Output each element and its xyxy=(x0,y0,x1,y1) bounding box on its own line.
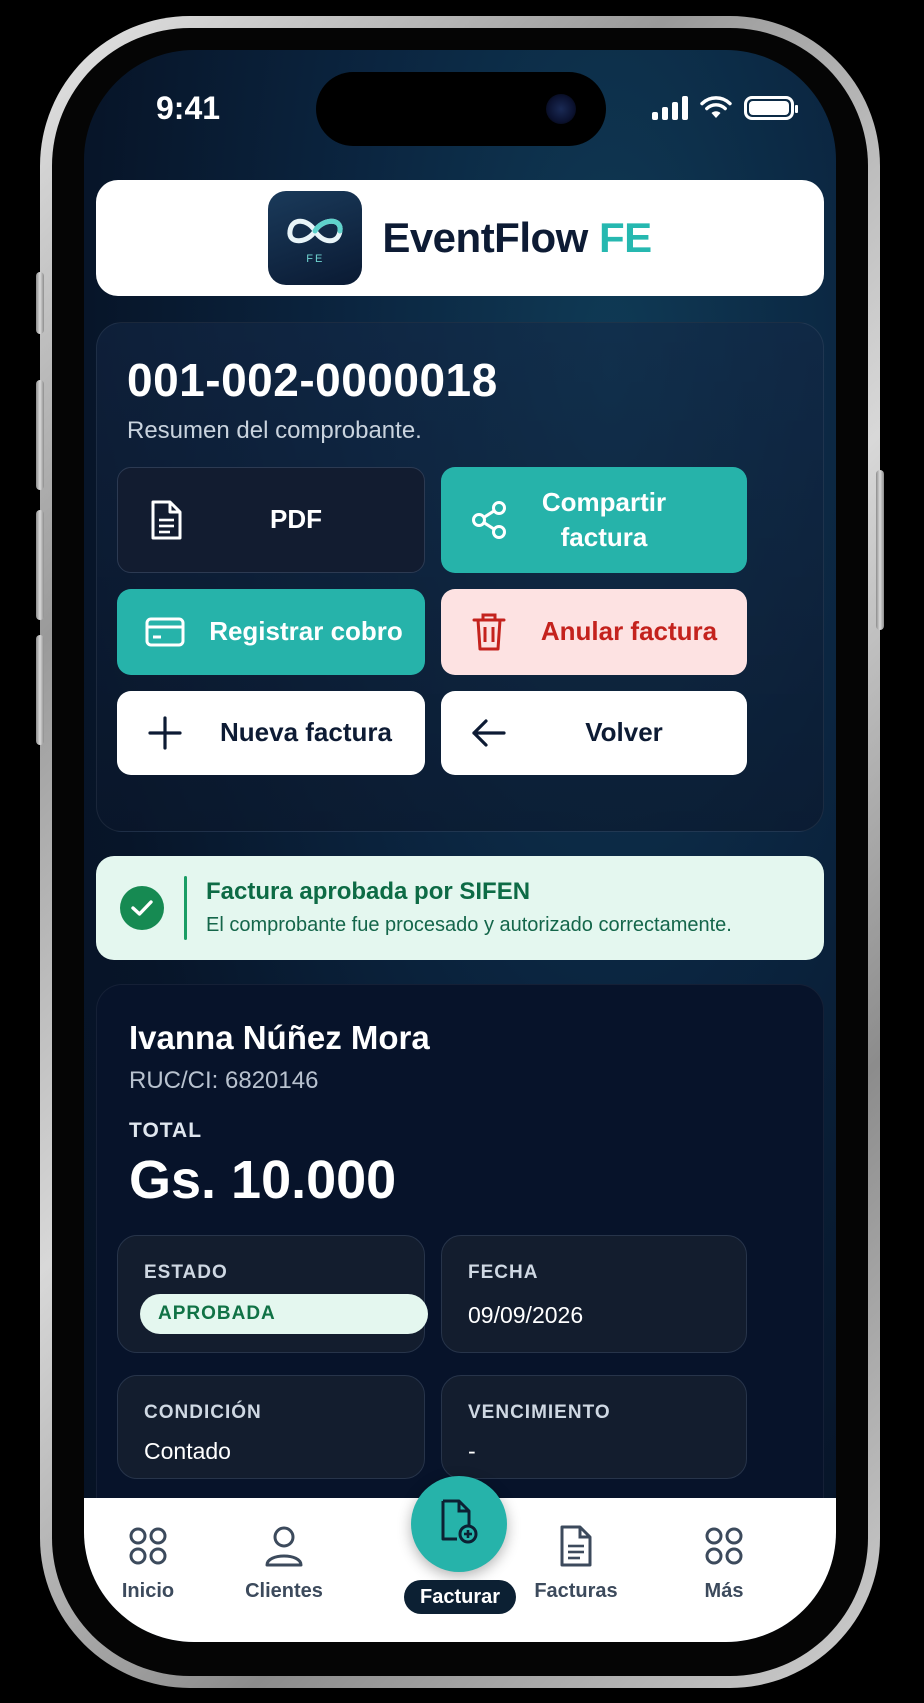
wifi-icon xyxy=(700,96,732,118)
date-label: FECHA xyxy=(468,1262,539,1283)
infinity-logo-icon xyxy=(287,218,343,244)
status-box: ESTADO APROBADA xyxy=(117,1235,428,1353)
app-name-main: EventFlow xyxy=(382,214,588,261)
alert-title: Factura aprobada por SIFEN xyxy=(206,878,531,905)
nav-label-mas: Más xyxy=(704,1580,744,1602)
dynamic-island xyxy=(316,72,606,146)
action-button xyxy=(36,272,44,334)
document-list-icon xyxy=(554,1524,598,1568)
client-detail-card: Ivanna Núñez Mora RUC/CI: 6820146 TOTAL … xyxy=(96,984,824,1544)
back-button[interactable]: Volver xyxy=(441,691,747,775)
date-box: FECHA 09/09/2026 xyxy=(441,1235,747,1353)
add-document-icon xyxy=(439,1499,479,1550)
nav-label-facturas: Facturas xyxy=(534,1580,618,1602)
screen: 9:41 FE EventFlow FE 001-002-0000018 Res… xyxy=(84,50,836,1642)
new-invoice-button[interactable]: Nueva factura xyxy=(117,691,425,775)
app-name: EventFlow FE xyxy=(382,214,652,262)
condition-box: CONDICIÓN Contado xyxy=(117,1375,425,1479)
pdf-button[interactable]: PDF xyxy=(117,467,425,573)
nav-item-facturas[interactable]: Facturas xyxy=(516,1524,636,1603)
battery-icon xyxy=(744,96,798,120)
more-grid-icon xyxy=(702,1524,746,1568)
share-icon xyxy=(469,500,509,540)
camera-icon xyxy=(546,94,576,124)
nav-label-inicio: Inicio xyxy=(121,1580,175,1602)
app-header: FE EventFlow FE xyxy=(96,180,824,296)
alert-divider xyxy=(184,876,187,940)
nav-item-facturar[interactable] xyxy=(411,1476,507,1572)
total-label: TOTAL xyxy=(129,1119,203,1142)
nav-item-mas[interactable]: Más xyxy=(664,1524,784,1603)
nav-item-clientes[interactable]: Clientes xyxy=(224,1524,344,1603)
nav-item-inicio[interactable]: Inicio xyxy=(88,1524,208,1603)
logo-tag: FE xyxy=(306,253,325,265)
total-amount: Gs. 10.000 xyxy=(129,1150,397,1210)
cancel-invoice-button[interactable]: Anular factura xyxy=(441,589,747,675)
invoice-subtitle: Resumen del comprobante. xyxy=(127,417,422,444)
cellular-signal-icon xyxy=(652,96,688,120)
invoice-summary-card: 001-002-0000018 Resumen del comprobante.… xyxy=(96,322,824,832)
volume-down-button xyxy=(36,510,44,620)
side-button-left xyxy=(36,635,44,745)
status-label: ESTADO xyxy=(144,1262,228,1283)
date-value: 09/09/2026 xyxy=(468,1302,584,1328)
grid-icon xyxy=(126,1524,170,1568)
status-bar: 9:41 xyxy=(84,50,836,160)
app-name-suffix: FE xyxy=(599,214,652,261)
condition-value: Contado xyxy=(144,1438,231,1464)
nav-label-clientes: Clientes xyxy=(245,1580,323,1602)
register-payment-button[interactable]: Registrar cobro xyxy=(117,589,425,675)
alert-message: El comprobante fue procesado y autorizad… xyxy=(206,914,732,936)
check-circle-icon xyxy=(120,886,164,930)
status-badge: APROBADA xyxy=(140,1294,428,1334)
plus-icon xyxy=(145,713,185,753)
invoice-number: 001-002-0000018 xyxy=(127,354,498,406)
user-icon xyxy=(262,1524,306,1568)
client-name: Ivanna Núñez Mora xyxy=(129,1019,430,1056)
trash-icon xyxy=(469,612,509,652)
credit-card-icon xyxy=(145,612,185,652)
document-icon xyxy=(146,500,186,540)
due-date-label: VENCIMIENTO xyxy=(468,1402,611,1423)
condition-label: CONDICIÓN xyxy=(144,1402,262,1423)
due-date-value: - xyxy=(468,1438,476,1464)
power-button xyxy=(876,470,884,630)
status-time: 9:41 xyxy=(156,90,221,126)
share-invoice-button[interactable]: Compartir factura xyxy=(441,467,747,573)
arrow-left-icon xyxy=(469,713,509,753)
app-logo: FE xyxy=(268,191,363,285)
volume-up-button xyxy=(36,380,44,490)
client-ruc: RUC/CI: 6820146 xyxy=(129,1067,319,1094)
status-icons xyxy=(652,96,798,120)
due-date-box: VENCIMIENTO - xyxy=(441,1375,747,1479)
nav-label-facturar: Facturar xyxy=(404,1580,516,1614)
approval-alert: Factura aprobada por SIFEN El comprobant… xyxy=(96,856,824,960)
